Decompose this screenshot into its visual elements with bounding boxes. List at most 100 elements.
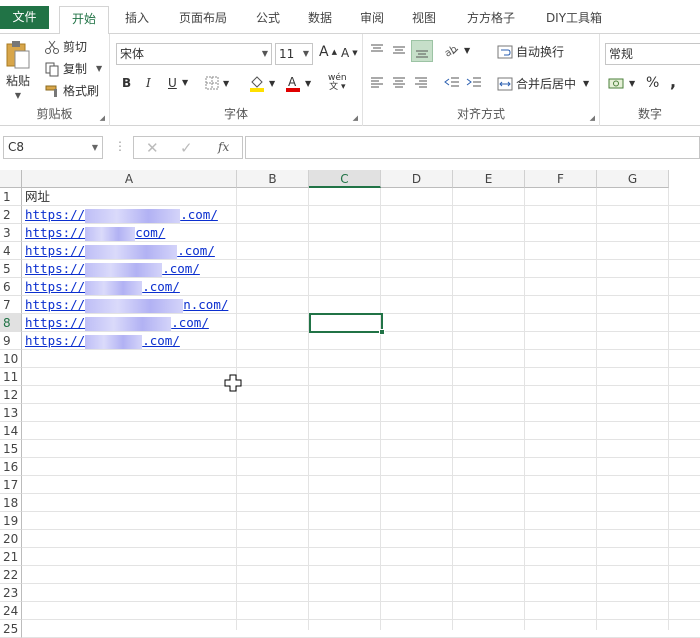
cell-url[interactable]: https:// .com/ [25, 206, 218, 224]
select-all-corner[interactable] [0, 170, 22, 188]
column-header[interactable]: B [237, 170, 309, 188]
redacted-domain [85, 226, 136, 241]
copy-dropdown-icon[interactable]: ▼ [96, 64, 102, 73]
tab-insert[interactable]: 插入 [113, 6, 161, 34]
tab-formulas[interactable]: 公式 [246, 6, 290, 34]
font-launcher-icon[interactable]: ◢ [353, 114, 358, 122]
cell-url[interactable]: https:// .com/ [25, 314, 209, 332]
row-header[interactable]: 11 [0, 368, 22, 386]
clipboard-launcher-icon[interactable]: ◢ [100, 114, 105, 122]
tab-review[interactable]: 审阅 [350, 6, 394, 34]
align-middle-icon[interactable] [391, 42, 407, 58]
align-top-icon[interactable] [369, 42, 385, 58]
copy-label: 复制 [63, 62, 88, 76]
tab-page-layout[interactable]: 页面布局 [170, 6, 236, 34]
font-size-select[interactable]: 11 ▼ [275, 43, 313, 65]
row-header[interactable]: 14 [0, 422, 22, 440]
format-painter-button[interactable]: 格式刷 [44, 82, 99, 99]
cell-url[interactable]: https:// .com/ [25, 332, 180, 350]
cell-url[interactable]: https:// .com/ [25, 242, 215, 260]
row-header[interactable]: 13 [0, 404, 22, 422]
cancel-icon[interactable]: ✕ [146, 139, 159, 157]
paste-button[interactable]: 粘贴 ▼ [5, 40, 31, 100]
decrease-indent-icon[interactable] [443, 74, 461, 90]
italic-button[interactable]: I [146, 76, 151, 90]
insert-function-icon[interactable]: fx [218, 140, 229, 154]
tab-home[interactable]: 开始 [59, 6, 109, 35]
column-header[interactable]: D [381, 170, 453, 188]
cell-url[interactable]: https:// .com/ [25, 260, 200, 278]
row-header[interactable]: 16 [0, 458, 22, 476]
font-color-button[interactable]: A ▼ [284, 74, 311, 92]
column-header[interactable]: C [309, 170, 381, 188]
worksheet-grid[interactable]: ABCDEFG 1 2 3 4 5 6 7 8 9 10 11 12 13 14 15 16 17 18 19 20 2… [0, 170, 700, 638]
number-format-select[interactable]: 常规 [605, 43, 700, 65]
column-header[interactable]: E [453, 170, 525, 188]
tab-diy-toolbox[interactable]: DIY工具箱 [536, 6, 612, 34]
percent-button[interactable]: % [646, 75, 659, 91]
row-header[interactable]: 17 [0, 476, 22, 494]
row-header[interactable]: 10 [0, 350, 22, 368]
fill-color-button[interactable]: ▼ [248, 74, 275, 92]
cell-url[interactable]: https:// .com/ [25, 278, 180, 296]
more-options-icon[interactable]: ⋮ [114, 139, 126, 153]
fill-handle[interactable] [379, 329, 385, 335]
active-cell-selection[interactable] [309, 313, 383, 333]
row-header[interactable]: 3 [0, 224, 22, 242]
chevron-down-icon[interactable]: ▼ [92, 137, 98, 158]
accounting-format-button[interactable]: ▼ [608, 75, 635, 91]
borders-button[interactable]: ▼ [204, 75, 229, 91]
enter-icon[interactable]: ✓ [180, 139, 193, 157]
row-header[interactable]: 6 [0, 278, 22, 296]
bold-button[interactable]: B [122, 76, 131, 90]
tab-data[interactable]: 数据 [298, 6, 342, 34]
wrap-text-button[interactable]: 自动换行 [497, 43, 564, 60]
row-header[interactable]: 25 [0, 620, 22, 638]
comma-button[interactable]: , [670, 72, 676, 91]
row-header[interactable]: 2 [0, 206, 22, 224]
cell-header[interactable]: 网址 [25, 188, 50, 206]
row-header[interactable]: 9 [0, 332, 22, 350]
tab-view[interactable]: 视图 [402, 6, 446, 34]
row-header[interactable]: 19 [0, 512, 22, 530]
row-header[interactable]: 24 [0, 602, 22, 620]
copy-button[interactable]: 复制 ▼ [44, 60, 102, 77]
underline-dropdown-icon[interactable]: ▼ [182, 78, 188, 87]
align-left-icon[interactable] [369, 74, 385, 90]
align-right-icon[interactable] [413, 74, 429, 90]
alignment-launcher-icon[interactable]: ◢ [590, 114, 595, 122]
name-box[interactable]: C8 ▼ [3, 136, 103, 159]
merge-center-button[interactable]: 合并后居中 ▼ [497, 75, 589, 92]
row-header[interactable]: 4 [0, 242, 22, 260]
align-center-icon[interactable] [391, 74, 407, 90]
phonetic-button[interactable]: wén 文 ▾ [328, 74, 347, 92]
row-header[interactable]: 18 [0, 494, 22, 512]
column-header[interactable]: A [22, 170, 237, 188]
font-family-select[interactable]: 宋体 ▼ [116, 43, 272, 65]
row-header[interactable]: 21 [0, 548, 22, 566]
cell-url[interactable]: https:// n.com/ [25, 296, 228, 314]
formula-input[interactable] [245, 136, 700, 159]
underline-button[interactable]: U [168, 76, 177, 90]
row-header[interactable]: 23 [0, 584, 22, 602]
increase-indent-icon[interactable] [465, 74, 483, 90]
row-header[interactable]: 7 [0, 296, 22, 314]
increase-font-icon[interactable]: A ▲ [319, 44, 337, 60]
cut-button[interactable]: 剪切 [44, 38, 87, 55]
cell-url[interactable]: https:// com/ [25, 224, 165, 242]
column-header[interactable]: F [525, 170, 597, 188]
row-header[interactable]: 20 [0, 530, 22, 548]
row-header[interactable]: 1 [0, 188, 22, 206]
column-header[interactable]: G [597, 170, 669, 188]
row-header[interactable]: 12 [0, 386, 22, 404]
align-bottom-icon[interactable] [411, 40, 433, 62]
paste-dropdown-icon[interactable]: ▼ [15, 91, 21, 100]
decrease-font-icon[interactable]: A ▼ [341, 46, 358, 60]
orientation-icon[interactable]: ab ▼ [443, 42, 470, 58]
row-header[interactable]: 22 [0, 566, 22, 584]
row-header[interactable]: 8 [0, 314, 22, 332]
row-header[interactable]: 5 [0, 260, 22, 278]
tab-file[interactable]: 文件 [0, 6, 49, 29]
tab-fangfang[interactable]: 方方格子 [458, 6, 524, 34]
row-header[interactable]: 15 [0, 440, 22, 458]
